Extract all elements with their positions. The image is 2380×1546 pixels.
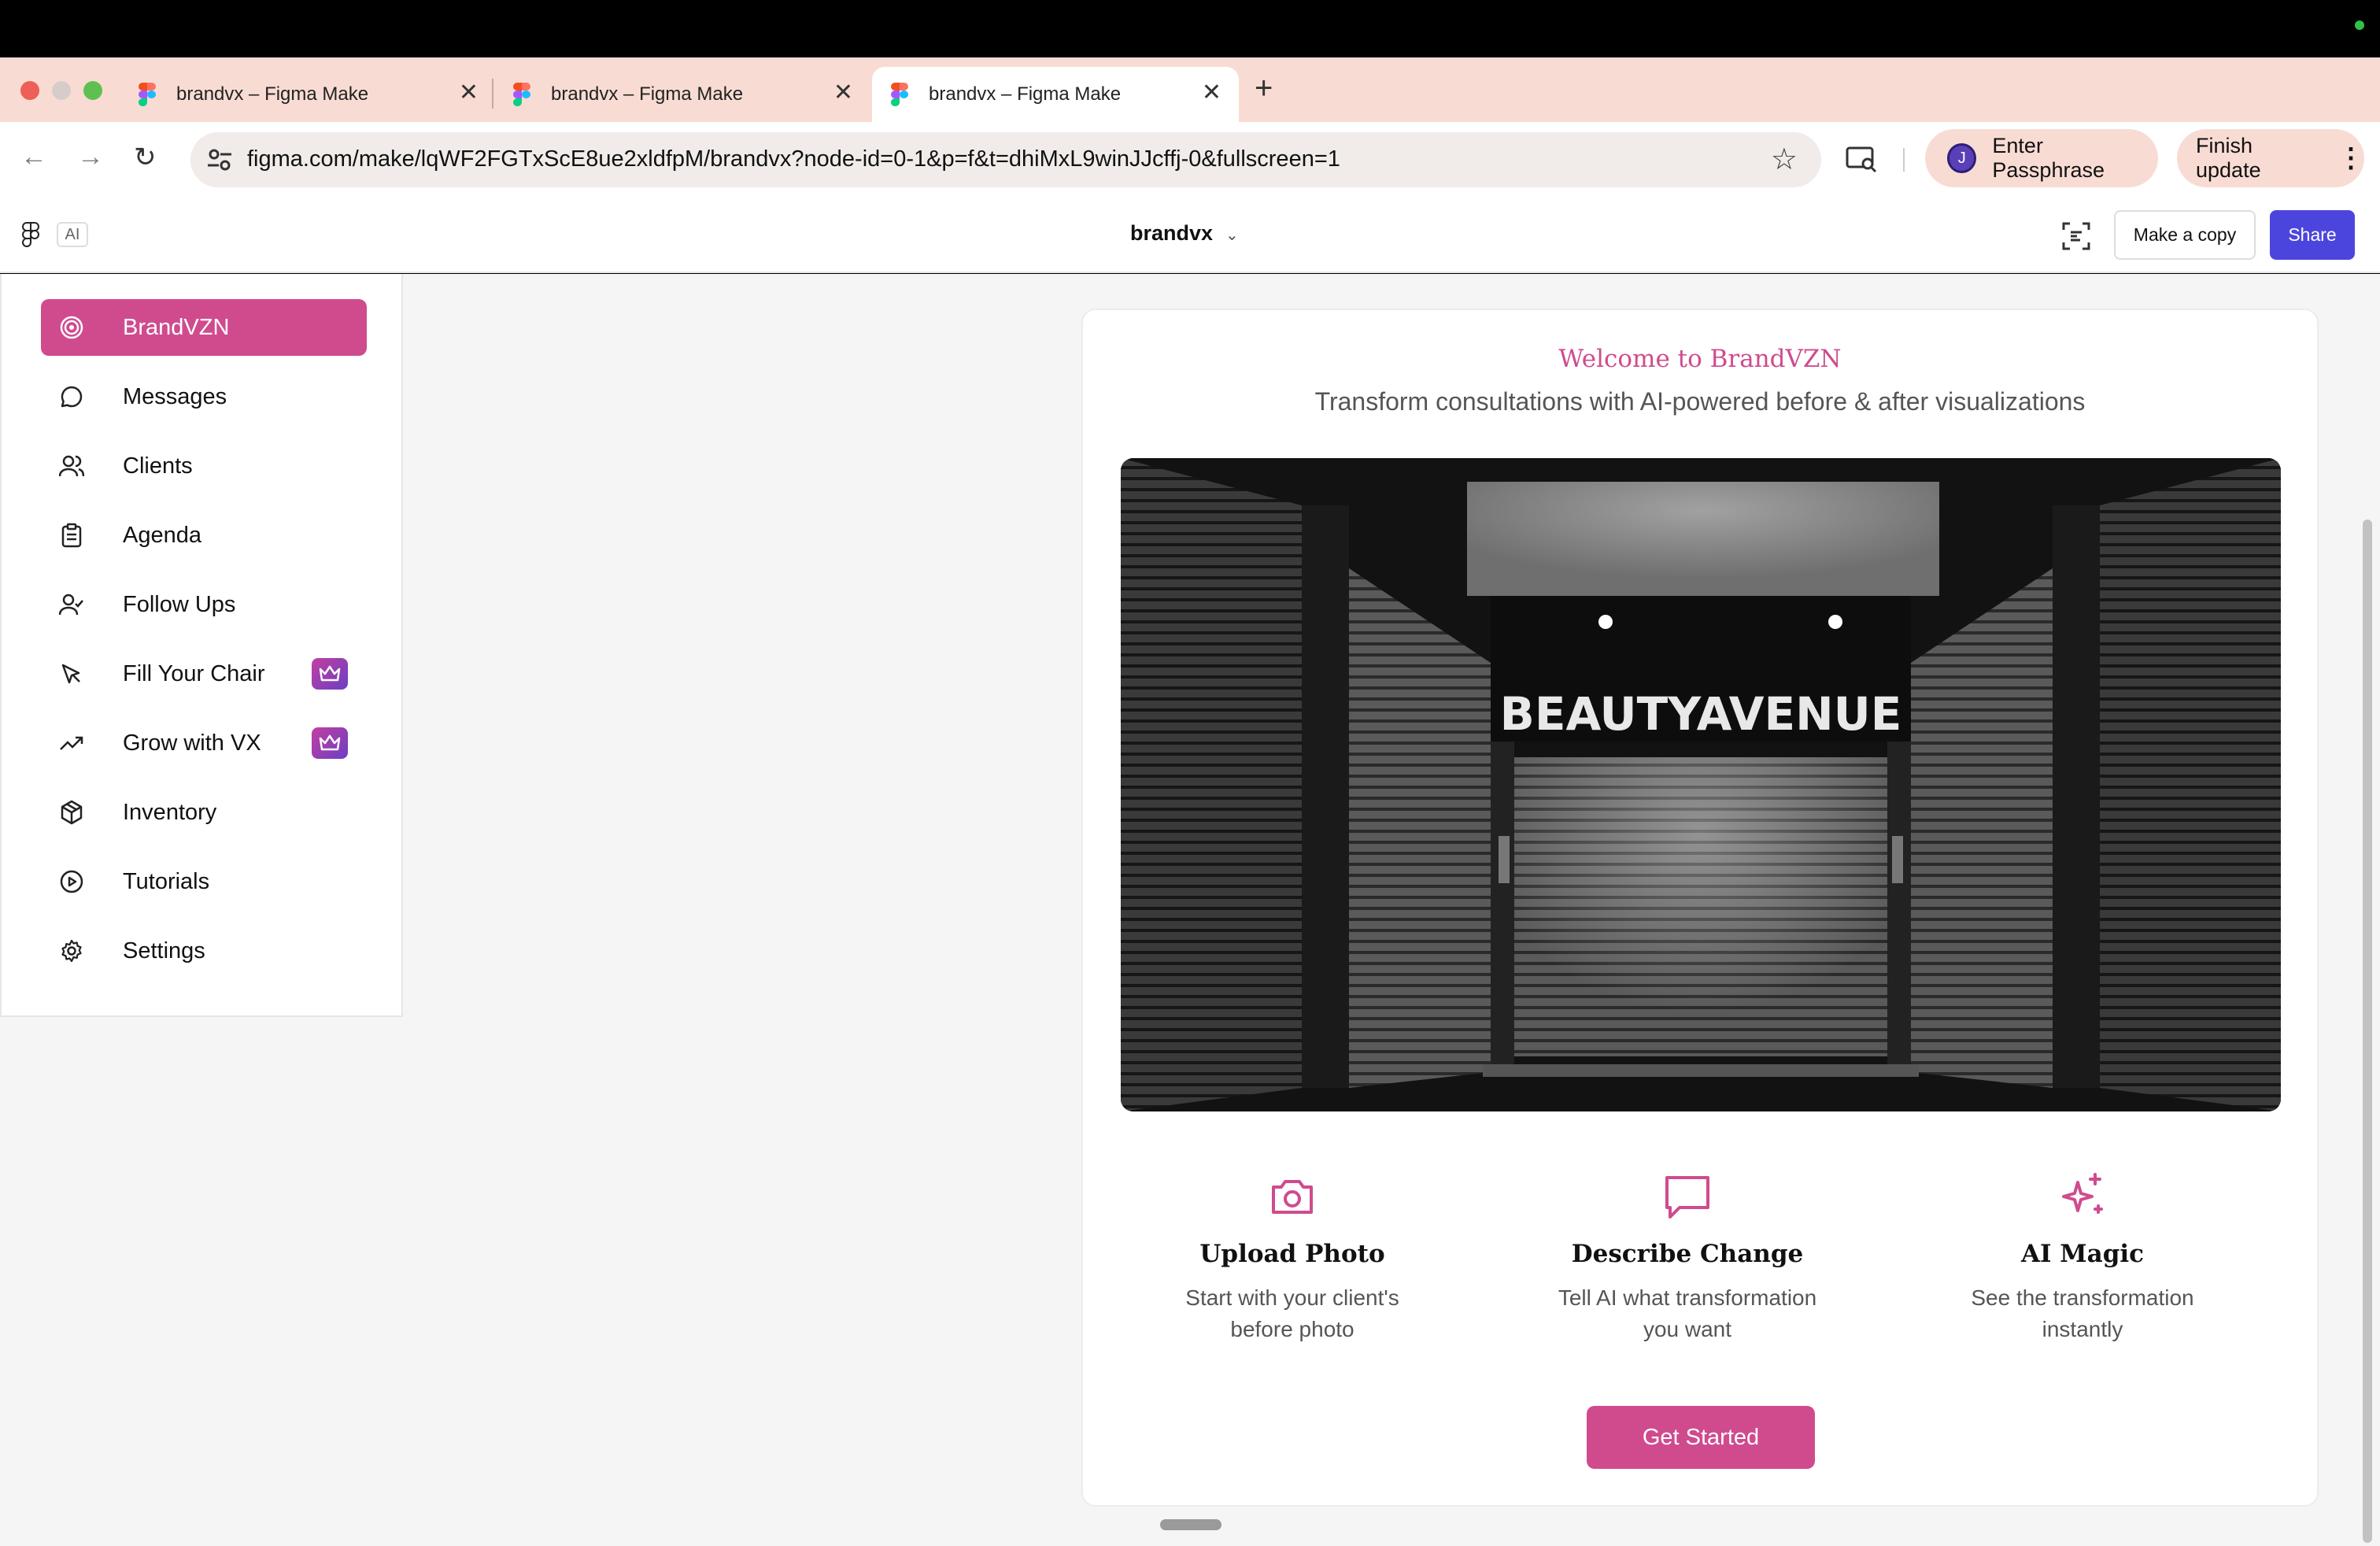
sidebar-item-grow-with-vx[interactable]: Grow with VX bbox=[41, 715, 367, 771]
finish-update-button[interactable]: Finish update ⋮ bbox=[2177, 129, 2364, 187]
feature-description: Tell AI what transformation you want bbox=[1558, 1285, 1817, 1341]
tab-title: brandvx – Figma Make bbox=[176, 83, 369, 105]
sidebar-item-label: BrandVZN bbox=[123, 314, 230, 340]
bookmark-star-icon[interactable]: ☆ bbox=[1771, 142, 1798, 177]
hero-image: BEAUTYAVENUE bbox=[1121, 458, 2281, 1111]
sidebar-item-label: Agenda bbox=[123, 522, 201, 548]
cast-icon[interactable] bbox=[1846, 145, 1877, 173]
hero-sign-text: BEAUTYAVENUE bbox=[1500, 687, 1902, 741]
sidebar-item-label: Messages bbox=[123, 383, 227, 409]
message-square-icon bbox=[1665, 1176, 1709, 1219]
gear-icon bbox=[58, 938, 85, 964]
sidebar-item-clients[interactable]: Clients bbox=[41, 438, 367, 494]
chevron-down-icon: ⌄ bbox=[1225, 227, 1239, 244]
sidebar-item-settings[interactable]: Settings bbox=[41, 923, 367, 979]
new-tab-button[interactable]: + bbox=[1255, 71, 1273, 106]
target-icon bbox=[58, 314, 85, 341]
ai-badge[interactable]: AI bbox=[57, 222, 88, 247]
site-settings-icon[interactable] bbox=[206, 146, 233, 173]
play-circle-icon bbox=[58, 868, 85, 895]
sidebar-item-fill-your-chair[interactable]: Fill Your Chair bbox=[41, 645, 367, 702]
crown-icon bbox=[312, 658, 348, 690]
figma-favicon-icon bbox=[891, 83, 908, 106]
passphrase-label: Enter Passphrase bbox=[1992, 134, 2105, 182]
inspect-icon[interactable] bbox=[2062, 222, 2090, 250]
sidebar-item-label: Tutorials bbox=[123, 868, 210, 894]
feature-description: Start with your client's before photo bbox=[1185, 1285, 1399, 1341]
feature-title: Describe Change bbox=[1571, 1240, 1804, 1268]
users-icon bbox=[58, 453, 85, 479]
browser-tab-1[interactable]: brandvx – Figma Make ✕ bbox=[120, 67, 496, 122]
file-name: brandvx bbox=[1130, 221, 1214, 245]
close-tab-icon[interactable]: ✕ bbox=[833, 81, 853, 105]
welcome-subtitle: Transform consultations with AI-powered … bbox=[1314, 387, 2086, 416]
sidebar-item-tutorials[interactable]: Tutorials bbox=[41, 853, 367, 910]
app-sidebar: BrandVZN Messages Clients Agenda Follow … bbox=[0, 274, 403, 1017]
tab-title: brandvx – Figma Make bbox=[929, 83, 1122, 105]
sidebar-item-label: Settings bbox=[123, 938, 205, 963]
welcome-title: Welcome to BrandVZN bbox=[1558, 345, 1842, 373]
feature-title: AI Magic bbox=[2020, 1240, 2145, 1268]
maximize-window-button[interactable] bbox=[83, 81, 102, 100]
feature-ai-magic: AI Magic See the transformation instantl… bbox=[1894, 1171, 2271, 1345]
make-a-copy-button[interactable]: Make a copy bbox=[2114, 210, 2256, 260]
trending-up-icon bbox=[58, 730, 85, 756]
close-tab-icon[interactable]: ✕ bbox=[1202, 81, 1221, 105]
sidebar-item-follow-ups[interactable]: Follow Ups bbox=[41, 576, 367, 633]
figma-favicon-icon bbox=[139, 83, 156, 106]
close-tab-icon[interactable]: ✕ bbox=[459, 81, 479, 105]
profile-avatar: J bbox=[1947, 143, 1977, 173]
package-icon bbox=[58, 799, 85, 826]
browser-tab-3-active[interactable]: brandvx – Figma Make ✕ bbox=[872, 67, 1239, 122]
crown-icon bbox=[312, 727, 348, 759]
vertical-scrollbar[interactable] bbox=[2363, 520, 2372, 1543]
horizontal-scrollbar[interactable] bbox=[1160, 1519, 1221, 1530]
figma-logo-icon[interactable] bbox=[22, 222, 39, 247]
clipboard-icon bbox=[58, 522, 85, 549]
finish-update-label: Finish update bbox=[2196, 134, 2261, 182]
toolbar-separator bbox=[1903, 148, 1905, 172]
tab-title: brandvx – Figma Make bbox=[551, 83, 744, 105]
back-icon[interactable]: ← bbox=[20, 142, 47, 172]
address-bar[interactable]: figma.com/make/lqWF2FGTxScE8ue2xldfpM/br… bbox=[190, 132, 1821, 187]
more-menu-icon[interactable]: ⋮ bbox=[2338, 142, 2364, 174]
status-dot bbox=[2355, 20, 2364, 30]
sparkles-icon bbox=[2062, 1173, 2103, 1214]
share-button[interactable]: Share bbox=[2270, 210, 2355, 260]
reload-icon[interactable]: ↻ bbox=[134, 142, 157, 173]
sidebar-item-inventory[interactable]: Inventory bbox=[41, 784, 367, 841]
sidebar-item-label: Follow Ups bbox=[123, 591, 236, 617]
sidebar-item-label: Clients bbox=[123, 453, 193, 479]
sidebar-item-messages[interactable]: Messages bbox=[41, 368, 367, 425]
message-circle-icon bbox=[58, 383, 85, 410]
tab-separator bbox=[492, 79, 493, 109]
sidebar-item-label: Inventory bbox=[123, 799, 217, 825]
feature-description: See the transformation instantly bbox=[1971, 1285, 2194, 1341]
feature-upload-photo: Upload Photo Start with your client's be… bbox=[1103, 1171, 1481, 1345]
browser-tab-2[interactable]: brandvx – Figma Make ✕ bbox=[494, 67, 870, 122]
sidebar-item-brandvzn[interactable]: BrandVZN bbox=[41, 299, 367, 356]
sidebar-item-label: Fill Your Chair bbox=[123, 660, 265, 686]
figma-favicon-icon bbox=[513, 83, 530, 106]
minimize-window-button[interactable] bbox=[52, 81, 71, 100]
forward-icon[interactable]: → bbox=[77, 142, 104, 172]
passphrase-button[interactable]: J Enter Passphrase bbox=[1925, 129, 2158, 187]
feature-describe-change: Describe Change Tell AI what transformat… bbox=[1499, 1171, 1876, 1345]
camera-icon bbox=[1272, 1180, 1313, 1214]
sidebar-item-label: Grow with VX bbox=[123, 730, 261, 756]
user-check-icon bbox=[58, 591, 85, 618]
cursor-icon bbox=[58, 660, 85, 687]
url-text[interactable]: figma.com/make/lqWF2FGTxScE8ue2xldfpM/br… bbox=[247, 146, 1340, 172]
welcome-card: Welcome to BrandVZN Transform consultati… bbox=[1081, 309, 2319, 1507]
feature-title: Upload Photo bbox=[1199, 1240, 1385, 1268]
menu-bar bbox=[0, 0, 2380, 57]
close-window-button[interactable] bbox=[20, 81, 39, 100]
sidebar-item-agenda[interactable]: Agenda bbox=[41, 507, 367, 564]
get-started-button[interactable]: Get Started bbox=[1587, 1406, 1815, 1469]
file-name-dropdown[interactable]: brandvx ⌄ bbox=[1130, 221, 1239, 246]
